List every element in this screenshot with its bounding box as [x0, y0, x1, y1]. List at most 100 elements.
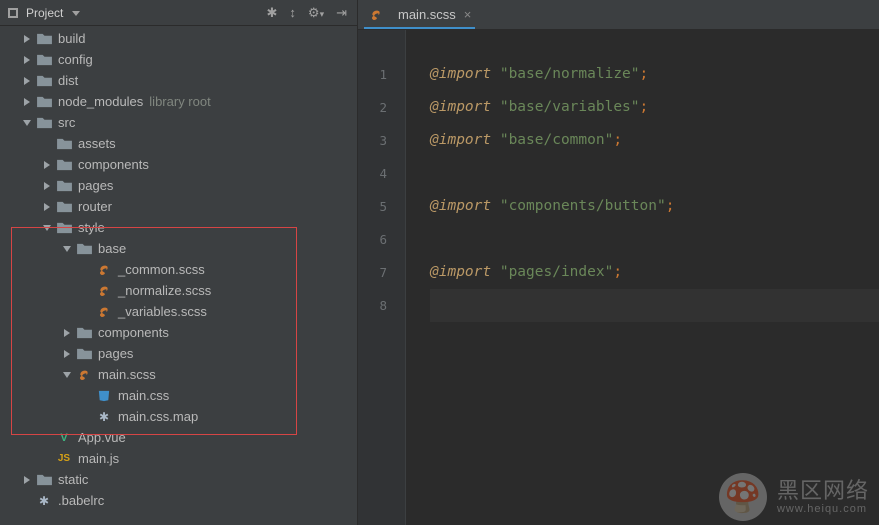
- tree-item[interactable]: _normalize.scss: [0, 280, 357, 301]
- tab-title: main.scss: [398, 7, 456, 22]
- gear-icon[interactable]: ⚙▾: [308, 6, 324, 19]
- tree-item[interactable]: assets: [0, 133, 357, 154]
- tree-item[interactable]: components: [0, 154, 357, 175]
- folder-icon: [56, 178, 72, 194]
- tree-item[interactable]: src: [0, 112, 357, 133]
- project-icon: [6, 6, 20, 20]
- expand-icon[interactable]: [22, 76, 32, 86]
- expand-icon[interactable]: [22, 475, 32, 485]
- tree-item[interactable]: router: [0, 196, 357, 217]
- tree-item-label: App.vue: [78, 430, 126, 445]
- folder-icon: [36, 94, 52, 110]
- expand-icon[interactable]: [62, 328, 72, 338]
- code-line[interactable]: @import "components/button";: [430, 190, 879, 223]
- hide-icon[interactable]: ⇥: [336, 6, 347, 19]
- tree-item[interactable]: _common.scss: [0, 259, 357, 280]
- tree-item[interactable]: main.css: [0, 385, 357, 406]
- tree-item-label: base: [98, 241, 126, 256]
- js-icon: JS: [56, 451, 72, 467]
- sass-icon: [96, 262, 112, 278]
- line-number: 7: [358, 256, 405, 289]
- expand-icon[interactable]: [42, 202, 52, 212]
- dotfile-icon: ✱: [36, 493, 52, 509]
- tree-item-label: src: [58, 115, 75, 130]
- vue-icon: V: [56, 430, 72, 446]
- sass-icon: [96, 283, 112, 299]
- editor: main.scss × 12345678 @import "base/norma…: [358, 0, 879, 525]
- tree-item-label: _normalize.scss: [118, 283, 211, 298]
- tree-item[interactable]: build: [0, 28, 357, 49]
- tree-item-label: pages: [78, 178, 113, 193]
- code-line[interactable]: @import "base/variables";: [430, 91, 879, 124]
- tree-item[interactable]: V App.vue: [0, 427, 357, 448]
- tree-item-label: config: [58, 52, 93, 67]
- tree-item-label: components: [78, 157, 149, 172]
- expand-icon[interactable]: [42, 160, 52, 170]
- folder-icon: [36, 73, 52, 89]
- code-line[interactable]: @import "base/normalize";: [430, 58, 879, 91]
- code-line[interactable]: [430, 223, 879, 256]
- tree-item[interactable]: main.scss: [0, 364, 357, 385]
- line-number: 5: [358, 190, 405, 223]
- tree-item-label: dist: [58, 73, 78, 88]
- collapse-icon[interactable]: [62, 244, 72, 254]
- collapse-icon[interactable]: [62, 370, 72, 380]
- collapse-icon[interactable]: [22, 118, 32, 128]
- chevron-down-icon[interactable]: [69, 6, 83, 20]
- tree-item[interactable]: components: [0, 322, 357, 343]
- code-line[interactable]: @import "base/common";: [430, 124, 879, 157]
- expand-icon[interactable]: [62, 349, 72, 359]
- project-tree[interactable]: build config dist node_moduleslibrary root s…: [0, 26, 357, 525]
- tree-item-label: main.css: [118, 388, 169, 403]
- tree-item-label: assets: [78, 136, 116, 151]
- editor-gutter: 12345678: [358, 30, 406, 525]
- expand-icon[interactable]: [22, 97, 32, 107]
- tree-item-comment: library root: [149, 94, 210, 109]
- line-number: 3: [358, 124, 405, 157]
- tree-item-label: .babelrc: [58, 493, 104, 508]
- project-panel-title: Project: [26, 6, 63, 20]
- folder-icon: [36, 31, 52, 47]
- folder-icon: [56, 220, 72, 236]
- tree-item-label: _common.scss: [118, 262, 205, 277]
- tree-item[interactable]: base: [0, 238, 357, 259]
- line-number: 2: [358, 91, 405, 124]
- target-icon[interactable]: ✱: [267, 6, 278, 19]
- tree-item[interactable]: node_moduleslibrary root: [0, 91, 357, 112]
- expand-icon[interactable]: [22, 34, 32, 44]
- project-panel-header: Project ✱ ↕ ⚙▾ ⇥: [0, 0, 357, 26]
- collapse-icon[interactable]: ↕: [289, 6, 296, 19]
- tree-item[interactable]: JSmain.js: [0, 448, 357, 469]
- map-icon: ✱: [96, 409, 112, 425]
- code-line[interactable]: [430, 157, 879, 190]
- folder-icon: [76, 346, 92, 362]
- tree-item[interactable]: pages: [0, 343, 357, 364]
- tab-main-scss[interactable]: main.scss ×: [358, 0, 481, 29]
- tree-item[interactable]: pages: [0, 175, 357, 196]
- code-line[interactable]: [430, 289, 879, 322]
- line-number: 1: [358, 58, 405, 91]
- tree-item[interactable]: ✱ main.css.map: [0, 406, 357, 427]
- editor-code[interactable]: @import "base/normalize";@import "base/v…: [406, 30, 879, 525]
- code-line[interactable]: @import "pages/index";: [430, 256, 879, 289]
- close-icon[interactable]: ×: [464, 7, 472, 22]
- tree-item[interactable]: _variables.scss: [0, 301, 357, 322]
- expand-icon[interactable]: [42, 181, 52, 191]
- tree-item[interactable]: dist: [0, 70, 357, 91]
- expand-icon[interactable]: [22, 55, 32, 65]
- sass-icon: [368, 7, 384, 23]
- css-icon: [96, 388, 112, 404]
- tree-item-label: main.scss: [98, 367, 156, 382]
- tree-item-label: pages: [98, 346, 133, 361]
- tree-item[interactable]: config: [0, 49, 357, 70]
- folder-icon: [56, 136, 72, 152]
- tree-item-label: static: [58, 472, 88, 487]
- tree-item[interactable]: static: [0, 469, 357, 490]
- folder-icon: [56, 157, 72, 173]
- tree-item[interactable]: ✱ .babelrc: [0, 490, 357, 511]
- tree-item-label: main.css.map: [118, 409, 198, 424]
- tree-item[interactable]: style: [0, 217, 357, 238]
- collapse-icon[interactable]: [42, 223, 52, 233]
- panel-toolbar: ✱ ↕ ⚙▾ ⇥: [267, 6, 352, 19]
- sass-icon: [96, 304, 112, 320]
